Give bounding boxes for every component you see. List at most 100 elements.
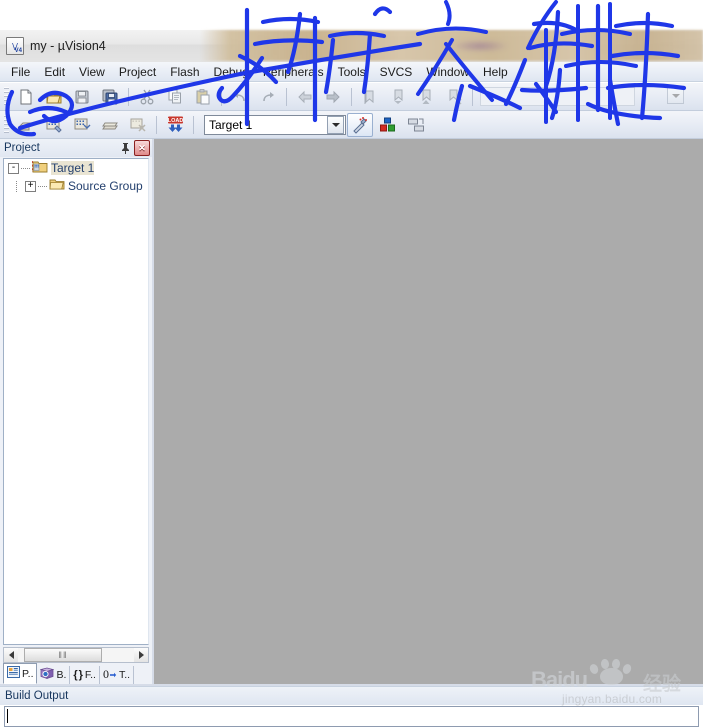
svg-text:LOAD: LOAD bbox=[167, 118, 183, 124]
tab-project[interactable]: P.. bbox=[3, 663, 38, 684]
tab-books[interactable]: B. bbox=[37, 666, 71, 684]
svg-text:0: 0 bbox=[103, 667, 109, 680]
functions-icon: { } bbox=[73, 669, 83, 681]
menu-item-view[interactable]: View bbox=[72, 63, 112, 81]
tree-connector bbox=[21, 167, 30, 169]
navigate-forward-icon[interactable] bbox=[320, 85, 346, 109]
project-panel-tabs: P.. B. { } F.. 0 T.. bbox=[0, 663, 152, 684]
project-panel-title: Project bbox=[4, 142, 40, 154]
tree-connector bbox=[38, 185, 47, 187]
find-input[interactable] bbox=[480, 87, 635, 106]
rebuild-icon[interactable] bbox=[69, 113, 95, 137]
menu-item-project[interactable]: Project bbox=[112, 63, 163, 81]
menu-item-help[interactable]: Help bbox=[476, 63, 515, 81]
new-file-icon[interactable] bbox=[13, 85, 39, 109]
window-title: my - µVision4 bbox=[30, 39, 106, 53]
tab-templates-label: T.. bbox=[118, 669, 131, 681]
project-tree[interactable]: - Target 1 + Source Group bbox=[3, 158, 149, 645]
tree-node-source-group-label: Source Group bbox=[68, 179, 143, 193]
title-bar: \/V4 my - µVision4 bbox=[0, 30, 703, 63]
pin-icon[interactable] bbox=[118, 141, 132, 155]
tree-node-source-group[interactable]: + Source Group bbox=[4, 177, 148, 195]
tab-project-label: P.. bbox=[22, 667, 34, 680]
multi-project-icon[interactable] bbox=[403, 113, 429, 137]
menu-item-edit[interactable]: Edit bbox=[37, 63, 72, 81]
build-toolbar: LOAD Target 1 bbox=[0, 111, 703, 139]
bookmark-toggle-icon[interactable] bbox=[357, 85, 383, 109]
menu-bar: File Edit View Project Flash Debug Perip… bbox=[0, 62, 703, 82]
tab-functions-label: F.. bbox=[84, 669, 96, 681]
save-icon[interactable] bbox=[69, 85, 95, 109]
save-all-icon[interactable] bbox=[97, 85, 123, 109]
uvision-app-icon: \/V4 bbox=[6, 37, 24, 55]
menu-item-peripherals[interactable]: Peripherals bbox=[256, 63, 331, 81]
templates-icon: 0 bbox=[103, 667, 117, 683]
hscroll-thumb[interactable]: ‖‖ bbox=[24, 648, 102, 662]
project-icon bbox=[7, 666, 20, 681]
menu-item-flash[interactable]: Flash bbox=[163, 63, 206, 81]
stop-build-icon[interactable] bbox=[125, 113, 151, 137]
open-file-icon[interactable] bbox=[41, 85, 67, 109]
toolbar-separator bbox=[156, 115, 157, 134]
hscroll-grip: ‖‖ bbox=[58, 650, 68, 660]
chevron-down-icon[interactable] bbox=[327, 115, 344, 134]
close-icon[interactable]: ✕ bbox=[134, 140, 150, 156]
menu-item-window[interactable]: Window bbox=[419, 63, 476, 81]
menu-item-file[interactable]: File bbox=[4, 63, 37, 81]
tab-functions[interactable]: { } F.. bbox=[70, 666, 100, 684]
tree-node-target[interactable]: - Target 1 bbox=[4, 159, 148, 177]
toolbar-separator bbox=[351, 87, 352, 106]
build-output-header: Build Output bbox=[0, 686, 703, 705]
build-output-title: Build Output bbox=[5, 690, 69, 702]
expander-collapse-icon[interactable]: - bbox=[8, 162, 19, 174]
project-tree-hscrollbar[interactable]: ‖‖ bbox=[3, 647, 149, 663]
toolbar-separator bbox=[221, 87, 222, 106]
build-output-text[interactable] bbox=[4, 706, 699, 727]
target-select-value: Target 1 bbox=[209, 117, 253, 132]
copy-icon[interactable] bbox=[162, 85, 188, 109]
target-icon bbox=[31, 160, 48, 177]
folder-icon bbox=[49, 178, 65, 194]
menu-item-svcs[interactable]: SVCS bbox=[373, 63, 420, 81]
workspace: Project ✕ - Target 1 + Source Group ‖‖ P… bbox=[0, 139, 703, 684]
batch-build-icon[interactable] bbox=[97, 113, 123, 137]
toolbar-grip[interactable] bbox=[4, 114, 9, 135]
tree-vertical-connector bbox=[16, 181, 17, 193]
cut-icon[interactable] bbox=[134, 85, 160, 109]
toolbar-separator bbox=[193, 115, 194, 134]
text-caret bbox=[7, 709, 8, 723]
translate-icon[interactable] bbox=[13, 113, 39, 137]
navigate-back-icon[interactable] bbox=[292, 85, 318, 109]
toolbar-separator bbox=[128, 87, 129, 106]
toolbar-grip[interactable] bbox=[4, 86, 9, 107]
tab-books-label: B. bbox=[56, 669, 67, 681]
target-select[interactable]: Target 1 bbox=[204, 114, 346, 135]
books-icon bbox=[40, 667, 55, 683]
redo-icon[interactable] bbox=[255, 85, 281, 109]
menu-item-tools[interactable]: Tools bbox=[331, 63, 373, 81]
title-bar-blur-band bbox=[200, 30, 703, 61]
chevron-down-icon[interactable] bbox=[667, 87, 684, 104]
manage-components-icon[interactable] bbox=[375, 113, 401, 137]
expander-expand-icon[interactable]: + bbox=[25, 180, 36, 192]
bookmark-prev-icon[interactable] bbox=[385, 85, 411, 109]
toolbar-separator bbox=[472, 87, 473, 106]
project-panel: Project ✕ - Target 1 + Source Group ‖‖ P… bbox=[0, 139, 152, 684]
toolbar-separator bbox=[286, 87, 287, 106]
arrow-left-icon[interactable] bbox=[4, 648, 18, 662]
paste-icon[interactable] bbox=[190, 85, 216, 109]
undo-icon[interactable] bbox=[227, 85, 253, 109]
mdi-editor-area[interactable] bbox=[154, 139, 703, 684]
download-icon[interactable]: LOAD bbox=[162, 113, 188, 137]
bookmark-next-icon[interactable] bbox=[413, 85, 439, 109]
build-icon[interactable] bbox=[41, 113, 67, 137]
target-options-icon[interactable] bbox=[347, 112, 373, 137]
tab-templates[interactable]: 0 T.. bbox=[100, 666, 135, 684]
arrow-right-icon[interactable] bbox=[134, 648, 148, 662]
tree-node-target-label: Target 1 bbox=[51, 161, 95, 175]
menu-item-debug[interactable]: Debug bbox=[207, 63, 256, 81]
project-panel-header: Project ✕ bbox=[0, 139, 152, 157]
bookmark-clear-icon[interactable] bbox=[441, 85, 467, 109]
uvision-window: \/V4 my - µVision4 File Edit View Projec… bbox=[0, 0, 703, 727]
hscroll-track[interactable]: ‖‖ bbox=[18, 648, 134, 662]
